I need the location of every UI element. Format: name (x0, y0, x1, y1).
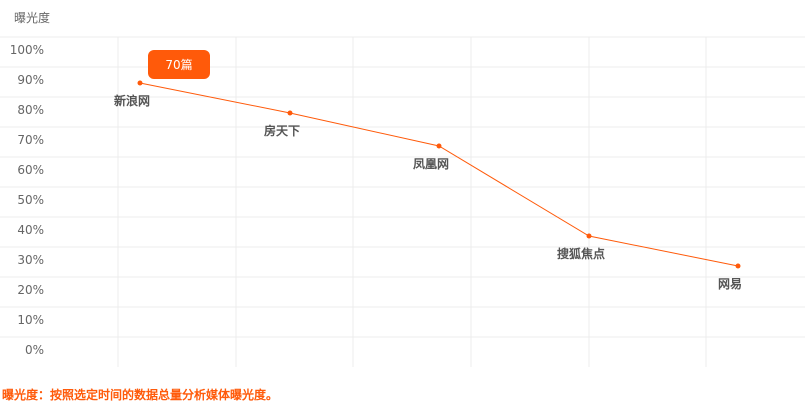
point-labels: 新浪网房天下凤凰网搜狐焦点网易 (114, 93, 742, 291)
tooltip: 70篇 (148, 50, 210, 79)
data-point (586, 233, 592, 239)
point-label: 网易 (718, 277, 742, 291)
y-tick-label: 0% (25, 343, 44, 357)
y-tick-label: 10% (17, 313, 44, 327)
data-point (137, 80, 143, 86)
series-line (139, 82, 739, 267)
point-label: 凤凰网 (413, 157, 449, 171)
data-point (735, 263, 741, 269)
data-points (137, 80, 741, 269)
y-tick-label: 60% (17, 163, 44, 177)
point-label: 新浪网 (114, 93, 150, 108)
point-label: 搜狐焦点 (557, 246, 605, 261)
y-tick-label: 80% (17, 103, 44, 117)
y-tick-label: 30% (17, 253, 44, 267)
y-tick-label: 90% (17, 73, 44, 87)
y-tick-label: 40% (17, 223, 44, 237)
line-chart: 曝光度 0% 10% 20% 30% 40% 50% 60% 70% 80% 90% 100% 新浪… (0, 10, 805, 367)
tooltip-text: 70篇 (165, 57, 192, 72)
data-point (436, 143, 442, 149)
point-label: 房天下 (264, 123, 300, 138)
y-axis-ticks: 0% 10% 20% 30% 40% 50% 60% 70% 80% 90% 100% (10, 43, 44, 357)
y-axis-title: 曝光度 (14, 10, 50, 25)
y-tick-label: 50% (17, 193, 44, 207)
y-tick-label: 70% (17, 133, 44, 147)
y-tick-label: 20% (17, 283, 44, 297)
footer-note: 曝光度：按照选定时间的数据总量分析媒体曝光度。 (2, 388, 279, 402)
grid (0, 36, 805, 367)
y-tick-label: 100% (10, 43, 44, 57)
data-point (287, 110, 293, 116)
